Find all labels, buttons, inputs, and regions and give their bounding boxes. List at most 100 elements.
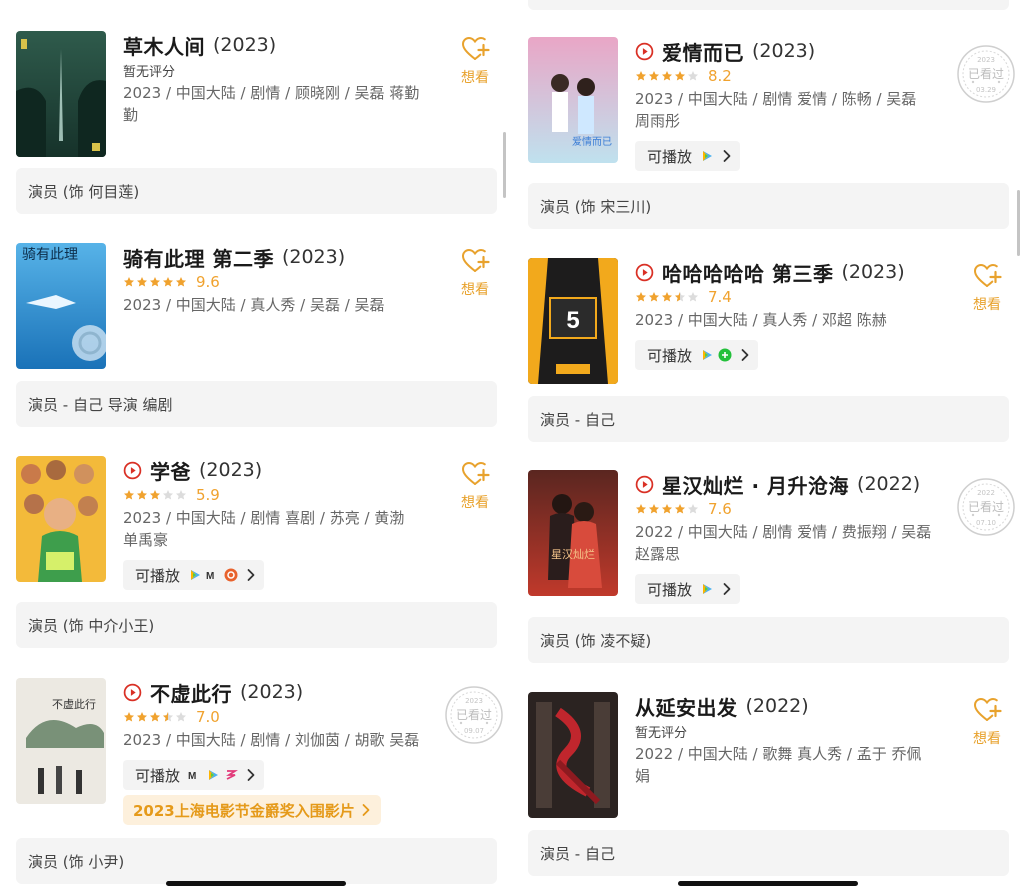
- title-row: 爱情而已 (2023): [635, 37, 815, 65]
- star-full-icon: [136, 276, 148, 288]
- playable-button[interactable]: 可播放: [123, 760, 265, 790]
- star-full-icon: [648, 291, 660, 303]
- home-indicator[interactable]: [166, 881, 346, 886]
- movie-title[interactable]: 不虚此行: [150, 678, 232, 707]
- movie-poster[interactable]: 星汉灿烂: [528, 470, 618, 596]
- movie-meta: 2023 / 中国大陆 / 剧情 喜剧 / 苏亮 / 黄渤 单禹豪: [123, 509, 405, 549]
- star-full-icon: [149, 276, 161, 288]
- scroll-indicator[interactable]: [503, 132, 506, 198]
- movie-poster[interactable]: [16, 31, 106, 157]
- tencent-video-icon: [700, 582, 714, 596]
- star-full-icon: [674, 70, 686, 82]
- movie-poster[interactable]: 5: [528, 258, 618, 384]
- role-bar: 演员 (饰 宋三川): [528, 183, 1009, 229]
- star-half-icon: [162, 711, 174, 723]
- role-text: 演员 - 自己 导演 编剧: [28, 395, 173, 414]
- movie-card[interactable]: 爱情而已 爱情而已 (2023) 8.2 2023 / 中国大陆 / 剧情 爱情…: [528, 37, 1009, 171]
- movie-card[interactable]: 骑有此理 骑有此理 第二季 (2023) 9.6 2023 / 中国大陆 / 真…: [16, 243, 497, 369]
- bilibili-icon: [224, 768, 238, 782]
- playable-button[interactable]: 可播放: [635, 340, 759, 370]
- movie-poster[interactable]: 不虚此行: [16, 678, 106, 804]
- star-rating: [635, 503, 699, 515]
- star-rating: [635, 70, 699, 82]
- movie-meta: 2023 / 中国大陆 / 剧情 / 刘伽茵 / 胡歌 吴磊: [123, 731, 420, 749]
- role-bar: 演员 (饰 何目莲): [16, 168, 497, 214]
- chevron-right-icon: [740, 348, 750, 362]
- movie-poster[interactable]: [528, 692, 618, 818]
- left-screen: 草木人间 (2023) 暂无评分 2023 / 中国大陆 / 剧情 / 顾晓刚 …: [0, 0, 512, 896]
- star-rating: [123, 489, 187, 501]
- playable-button[interactable]: 可播放: [635, 141, 741, 171]
- wish-button[interactable]: 想看: [967, 696, 1007, 748]
- rating-row: 暂无评分: [123, 61, 176, 80]
- wish-button[interactable]: 想看: [455, 460, 495, 512]
- movie-title[interactable]: 骑有此理 第二季: [123, 243, 274, 272]
- star-full-icon: [123, 276, 135, 288]
- star-full-icon: [136, 489, 148, 501]
- movie-meta: 2022 / 中国大陆 / 剧情 爱情 / 费振翔 / 吴磊 赵露思: [635, 523, 932, 563]
- role-bar: 演员 - 自己 导演 编剧: [16, 381, 497, 427]
- movie-title[interactable]: 哈哈哈哈哈 第三季: [662, 258, 833, 287]
- mgtv-icon: [188, 768, 202, 782]
- rating-score: 7.6: [708, 500, 732, 518]
- rating-row: 7.4: [635, 288, 732, 306]
- movie-title[interactable]: 学爸: [150, 456, 191, 485]
- movie-card[interactable]: 草木人间 (2023) 暂无评分 2023 / 中国大陆 / 剧情 / 顾晓刚 …: [16, 31, 497, 157]
- movie-year: (2023): [281, 246, 346, 268]
- star-rating: [123, 711, 187, 723]
- role-text: 演员 (饰 宋三川): [540, 197, 652, 216]
- movie-poster[interactable]: 骑有此理: [16, 243, 106, 369]
- home-indicator[interactable]: [678, 881, 858, 886]
- movie-title[interactable]: 星汉灿烂 · 月升沧海: [662, 470, 849, 499]
- role-text: 演员 (饰 何目莲): [28, 182, 140, 201]
- rating-score: 7.0: [196, 708, 220, 726]
- wish-button[interactable]: 想看: [455, 35, 495, 87]
- star-empty-icon: [162, 489, 174, 501]
- role-bar: 演员 (饰 中介小王): [16, 602, 497, 648]
- movie-meta: 2023 / 中国大陆 / 剧情 / 顾晓刚 / 吴磊 蒋勤勤: [123, 84, 420, 124]
- heart-plus-icon: [972, 262, 1002, 290]
- rating-score: 5.9: [196, 486, 220, 504]
- svg-text:不虚此行: 不虚此行: [52, 698, 96, 711]
- movie-card[interactable]: 从延安出发 (2022) 暂无评分 2022 / 中国大陆 / 歌舞 真人秀 /…: [528, 692, 1009, 818]
- watched-stamp-icon: 2022 已看过 07.10: [955, 476, 1017, 538]
- movie-year: (2023): [240, 681, 304, 703]
- movie-title[interactable]: 爱情而已: [662, 37, 744, 66]
- star-full-icon: [648, 503, 660, 515]
- movie-year: (2023): [199, 459, 263, 481]
- star-full-icon: [149, 711, 161, 723]
- role-text: 演员 (饰 中介小王): [28, 616, 155, 635]
- movie-year: (2023): [841, 261, 905, 283]
- no-rating-label: 暂无评分: [123, 64, 176, 80]
- wish-label: 想看: [461, 495, 489, 511]
- award-badge[interactable]: 2023上海电影节金爵奖入围影片: [123, 795, 381, 825]
- wish-label: 想看: [973, 297, 1001, 313]
- movie-poster[interactable]: [16, 456, 106, 582]
- svg-text:骑有此理: 骑有此理: [22, 247, 78, 263]
- movie-poster[interactable]: 爱情而已: [528, 37, 618, 163]
- star-rating: [123, 276, 187, 288]
- playable-button[interactable]: 可播放: [635, 574, 741, 604]
- rating-score: 9.6: [196, 273, 220, 291]
- playable-button[interactable]: 可播放: [123, 560, 265, 590]
- rating-row: 暂无评分: [635, 722, 687, 741]
- movie-title[interactable]: 从延安出发: [635, 692, 738, 721]
- chevron-right-icon: [361, 803, 371, 817]
- watched-stamp: 2022 已看过 07.10: [955, 476, 1017, 538]
- scroll-indicator[interactable]: [1017, 190, 1020, 256]
- wish-button[interactable]: 想看: [455, 247, 495, 299]
- star-full-icon: [149, 489, 161, 501]
- movie-card[interactable]: 5 哈哈哈哈哈 第三季 (2023) 7.4 2023 / 中国大陆 / 真人秀…: [528, 258, 1009, 384]
- chevron-right-icon: [722, 149, 732, 163]
- movie-title[interactable]: 草木人间: [123, 31, 205, 60]
- movie-card[interactable]: 不虚此行 不虚此行 (2023) 7.0 2023 / 中国大陆 / 剧情 / …: [16, 678, 497, 825]
- wish-button[interactable]: 想看: [967, 262, 1007, 314]
- tencent-video-icon: [206, 768, 220, 782]
- star-empty-icon: [687, 70, 699, 82]
- movie-card[interactable]: 学爸 (2023) 5.9 2023 / 中国大陆 / 剧情 喜剧 / 苏亮 /…: [16, 456, 497, 590]
- title-row: 不虚此行 (2023): [123, 678, 303, 706]
- rating-row: 5.9: [123, 486, 220, 504]
- movie-card[interactable]: 星汉灿烂 星汉灿烂 · 月升沧海 (2022) 7.6 2022 / 中国大陆 …: [528, 470, 1009, 604]
- svg-text:星汉灿烂: 星汉灿烂: [551, 548, 595, 561]
- award-text: 2023上海电影节金爵奖入围影片: [133, 801, 355, 820]
